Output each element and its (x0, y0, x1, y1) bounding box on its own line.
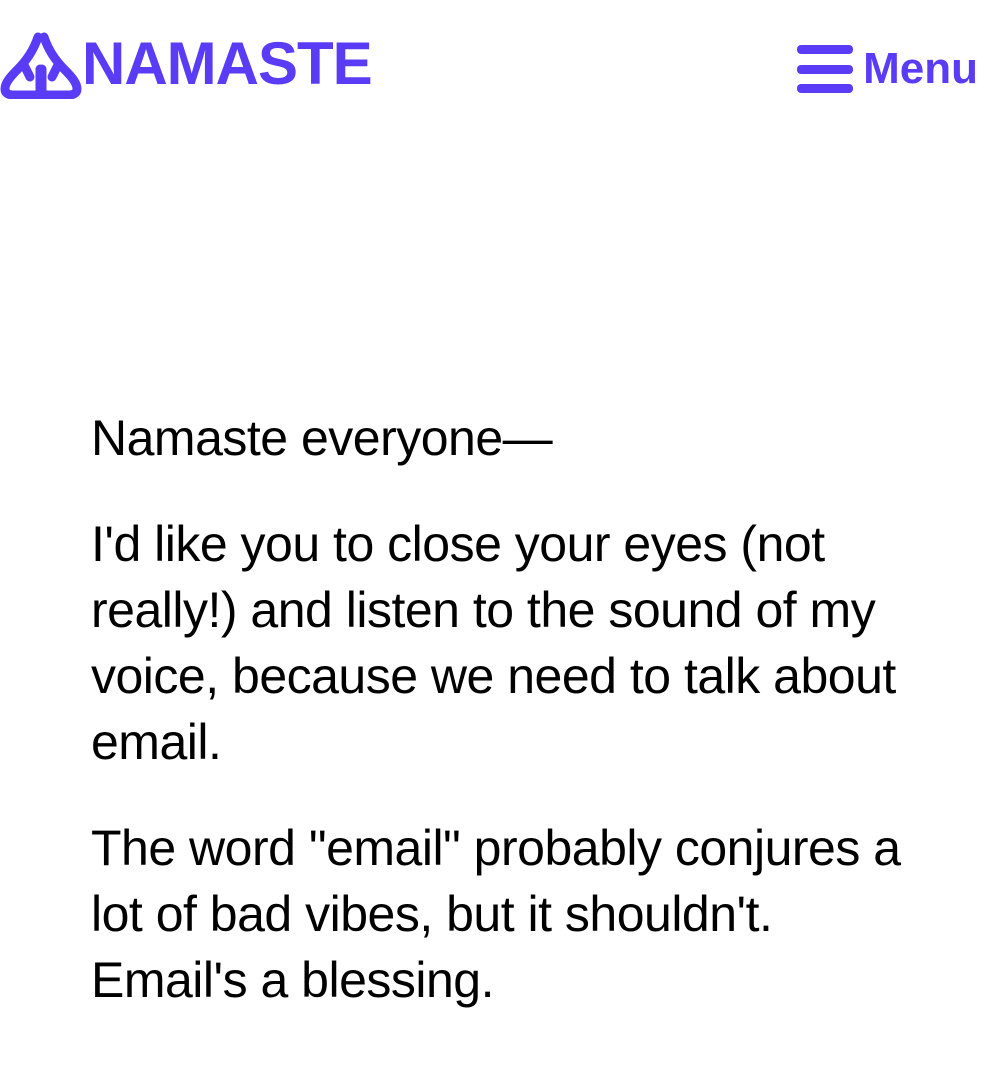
body-paragraph: The word "email" probably conjures a lot… (91, 820, 901, 1008)
main-content: Namaste everyone— I'd like you to close … (91, 405, 911, 1053)
body-paragraph: I'd like you to close your eyes (not rea… (91, 516, 896, 770)
praying-hands-icon (0, 32, 82, 99)
hamburger-menu-icon (797, 45, 854, 93)
menu-label: Menu (863, 44, 978, 93)
menu-button[interactable]: Menu (797, 40, 978, 98)
logo-link[interactable]: NAMASTE (0, 26, 373, 102)
intro-paragraph: Namaste everyone— (91, 410, 553, 466)
site-header: NAMASTE Menu (0, 0, 990, 140)
logo-text: NAMASTE (82, 30, 373, 97)
